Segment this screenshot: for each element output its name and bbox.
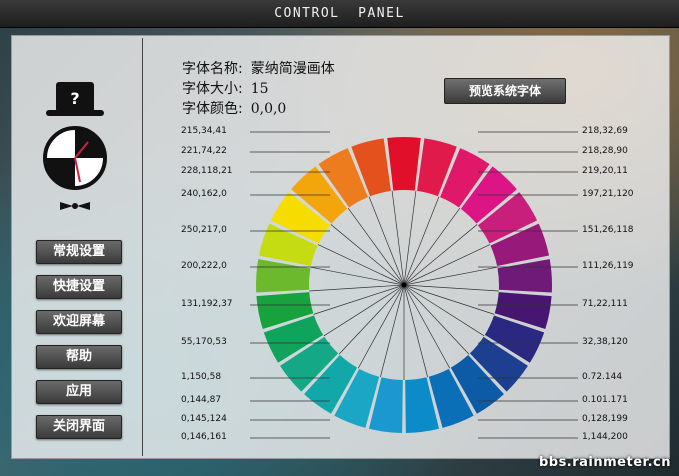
wheel-spoke xyxy=(309,284,405,292)
color-label-left: 1,150,58 xyxy=(181,372,222,382)
color-label-right: 71,22,111 xyxy=(582,299,628,309)
color-label-right: 197,21,120 xyxy=(582,189,634,199)
color-label-right: 32,38,120 xyxy=(582,337,628,347)
color-label-left: 240,162,0 xyxy=(181,189,227,199)
color-label-right: 218,28,90 xyxy=(582,146,628,156)
wheel-spoke xyxy=(403,284,499,292)
wheel-spoke xyxy=(310,266,405,286)
wheel-spoke xyxy=(330,224,405,286)
color-label-right: 0.72.144 xyxy=(582,372,623,382)
color-wheel xyxy=(250,131,578,439)
color-label-left: 200,222,0 xyxy=(181,261,227,271)
color-label-left: 221,74,22 xyxy=(181,146,227,156)
color-label-right: 219,20,11 xyxy=(582,166,628,176)
color-label-right: 1,144,200 xyxy=(582,432,628,442)
color-label-right: 0.101.171 xyxy=(582,395,628,405)
color-label-left: 250,217,0 xyxy=(181,225,227,235)
color-label-left: 131,192,37 xyxy=(181,299,233,309)
color-label-left: 0,145,124 xyxy=(181,414,227,424)
wheel-spoke xyxy=(403,266,498,286)
color-label-right: 0,128,199 xyxy=(582,414,628,424)
color-label-left: 215,34,41 xyxy=(181,126,227,136)
color-segment[interactable] xyxy=(387,137,421,191)
wheel-spoke xyxy=(403,244,491,286)
color-label-right: 111,26,119 xyxy=(582,261,634,271)
color-label-left: 0,146,161 xyxy=(181,432,227,442)
color-label-left: 55,170,53 xyxy=(181,337,227,347)
color-label-right: 218,32,69 xyxy=(582,126,628,136)
color-label-right: 151,26,118 xyxy=(582,225,634,235)
color-label-left: 228,118,21 xyxy=(181,166,233,176)
wheel-spoke xyxy=(323,284,405,337)
wheel-center-dot xyxy=(401,282,407,288)
wheel-spoke xyxy=(403,284,485,337)
wheel-spoke xyxy=(403,284,428,378)
wheel-spoke xyxy=(317,244,405,286)
color-label-left: 0,144,87 xyxy=(181,395,222,405)
wheel-spoke xyxy=(380,284,405,378)
wheel-spoke xyxy=(403,224,478,286)
watermark: bbs.rainmeter.cn xyxy=(538,455,671,470)
